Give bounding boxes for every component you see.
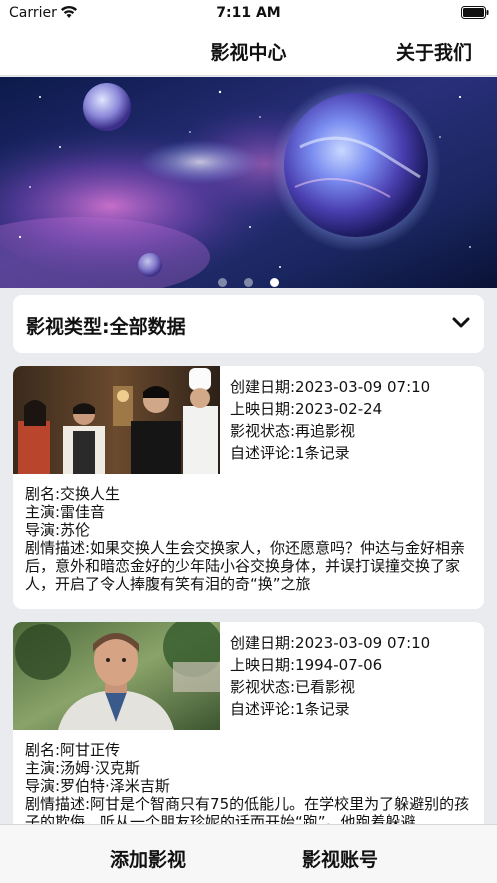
carousel-dot[interactable] [217, 278, 227, 287]
movie-cast: 主演:汤姆·汉克斯 [25, 759, 140, 777]
release-date: 上映日期:1994-07-06 [230, 656, 383, 674]
type-filter-dropdown[interactable]: 影视类型:全部数据 [13, 295, 484, 353]
watch-status: 影视状态:再追影视 [230, 422, 356, 440]
movie-card[interactable]: 创建日期:2023-03-09 07:10 上映日期:2023-02-24 影视… [13, 366, 484, 609]
movie-description: 剧情描述:如果交换人生会交换家人，你还愿意吗？仲达与金好相亲后，意外和暗恋金好的… [25, 539, 466, 593]
movie-cast: 主演:雷佳音 [25, 503, 106, 521]
carousel-dot-active[interactable] [270, 278, 280, 287]
movie-title: 剧名:交换人生 [25, 485, 121, 503]
review-count: 自述评论:1条记录 [230, 444, 350, 462]
release-date: 上映日期:2023-02-24 [230, 400, 383, 418]
movie-director: 导演:苏伦 [25, 521, 91, 539]
movie-poster [13, 366, 220, 474]
watch-status: 影视状态:已看影视 [230, 678, 356, 696]
movie-meta: 创建日期:2023-03-09 07:10 上映日期:1994-07-06 影视… [230, 632, 430, 720]
status-bar: Carrier 7:11 AM [0, 0, 497, 26]
navigation-bar: 影视中心 关于我们 [0, 26, 497, 76]
carousel-dot[interactable] [244, 278, 253, 287]
movie-meta: 创建日期:2023-03-09 07:10 上映日期:2023-02-24 影视… [230, 376, 430, 464]
movie-poster [13, 622, 220, 730]
created-date: 创建日期:2023-03-09 07:10 [230, 378, 431, 396]
review-count: 自述评论:1条记录 [230, 700, 350, 718]
banner-image [0, 77, 497, 288]
banner-carousel[interactable] [0, 77, 497, 288]
bottom-tab-bar: 添加影视 影视账号 [0, 824, 497, 883]
created-date: 创建日期:2023-03-09 07:10 [230, 634, 431, 652]
tab-movie-account[interactable]: 影视账号 [302, 845, 378, 872]
status-time: 7:11 AM [216, 5, 281, 21]
movie-info: 剧名:阿甘正传 主演:汤姆·汉克斯 导演:罗伯特·泽米吉斯 剧情描述:阿甘是个智… [25, 741, 477, 831]
tab-add-movie[interactable]: 添加影视 [110, 845, 186, 872]
carousel-page-indicator[interactable] [0, 272, 497, 288]
about-us-button[interactable]: 关于我们 [396, 38, 472, 65]
chevron-down-icon [452, 317, 470, 328]
movie-title: 剧名:阿甘正传 [25, 741, 121, 759]
movie-info: 剧名:交换人生 主演:雷佳音 导演:苏伦 剧情描述:如果交换人生会交换家人，你还… [25, 485, 477, 593]
battery-icon [461, 6, 489, 19]
filter-label: 影视类型:全部数据 [26, 316, 186, 338]
movie-director: 导演:罗伯特·泽米吉斯 [25, 777, 170, 795]
